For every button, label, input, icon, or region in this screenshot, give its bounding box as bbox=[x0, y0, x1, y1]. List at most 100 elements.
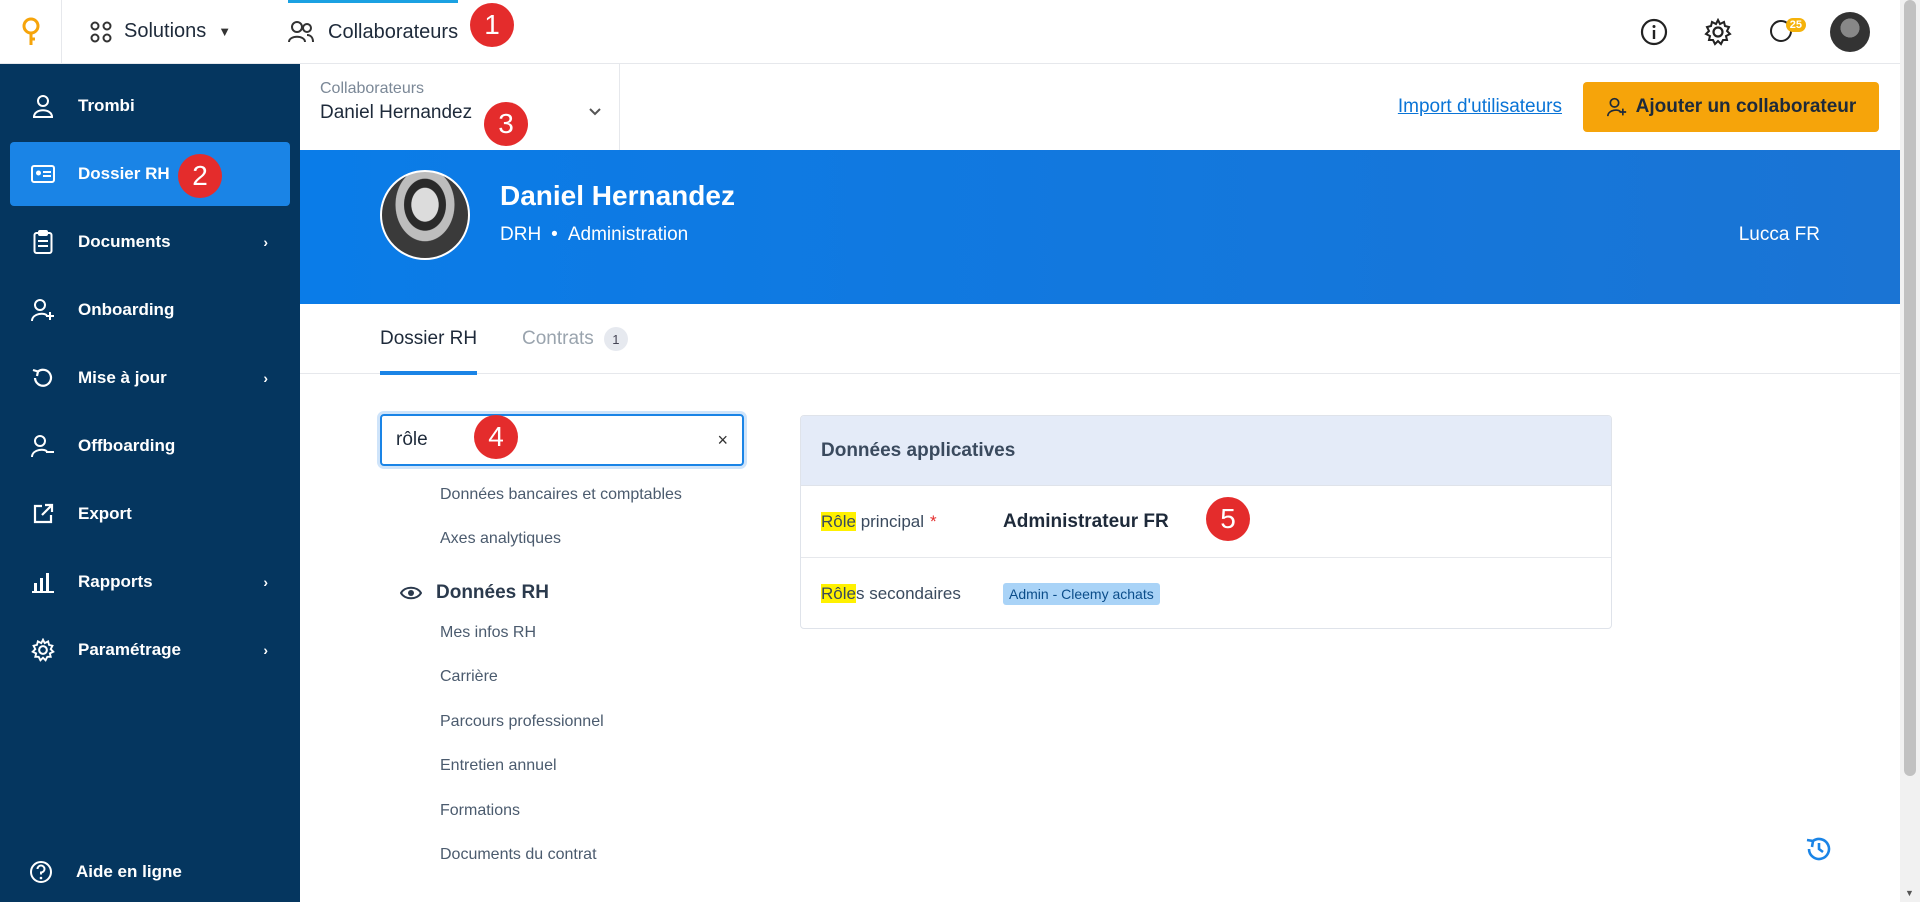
separator: • bbox=[551, 224, 558, 245]
user-plus-icon bbox=[30, 297, 56, 323]
user-avatar[interactable] bbox=[1830, 12, 1870, 52]
search-highlight: Rôle bbox=[821, 584, 856, 603]
import-users-link[interactable]: Import d'utilisateurs bbox=[1398, 96, 1562, 118]
sidebar-item-label: Documents bbox=[78, 232, 171, 251]
chevron-right-icon: › bbox=[263, 574, 268, 590]
clear-icon[interactable]: × bbox=[717, 430, 728, 451]
tab-label: Dossier RH bbox=[380, 328, 478, 349]
user-plus-icon bbox=[1606, 97, 1626, 117]
required-marker: * bbox=[930, 511, 937, 531]
lucca-logo[interactable] bbox=[0, 0, 62, 64]
nav-link[interactable]: Entretien annuel bbox=[440, 757, 557, 775]
gear-icon bbox=[1704, 18, 1732, 46]
panel-title: Données applicatives bbox=[801, 416, 1611, 486]
nav-link[interactable]: Parcours professionnel bbox=[440, 713, 604, 731]
tab-count-badge: 1 bbox=[603, 327, 628, 351]
grid-icon bbox=[90, 21, 112, 42]
sidebar-item-onboarding[interactable]: Onboarding bbox=[10, 278, 290, 342]
field-value: Administrateur FR bbox=[1003, 510, 1169, 532]
field-label: Rôle principal * bbox=[821, 511, 937, 532]
sidebar-item-label: Dossier RH bbox=[78, 164, 170, 183]
gear-icon bbox=[30, 637, 56, 663]
notifications-button[interactable]: 25 bbox=[1766, 16, 1806, 48]
field-row-roles-secondaires: Rôles secondaires Admin - Cleemy achats bbox=[801, 558, 1611, 628]
info-icon bbox=[1640, 18, 1668, 46]
sidebar-item-label: Paramétrage bbox=[78, 640, 182, 659]
sidebar-item-label: Export bbox=[78, 504, 132, 523]
profile-role: DRH • Administration bbox=[500, 224, 688, 246]
sidebar-item-export[interactable]: Export bbox=[10, 482, 290, 546]
tab-label: Contrats bbox=[522, 328, 594, 349]
help-circle-icon bbox=[28, 859, 54, 885]
add-button-label: Ajouter un collaborateur bbox=[1635, 96, 1857, 117]
nav-section-title: Données RH bbox=[436, 582, 549, 603]
tab-contrats[interactable]: Contrats 1 bbox=[522, 304, 628, 374]
external-link-icon bbox=[30, 501, 56, 527]
chevron-right-icon: › bbox=[263, 642, 268, 658]
settings-button[interactable] bbox=[1702, 16, 1734, 48]
search-highlight: Rôle bbox=[821, 511, 856, 531]
sidebar-item-trombi[interactable]: Trombi bbox=[10, 74, 290, 138]
bar-chart-icon bbox=[30, 569, 56, 595]
job-title: DRH bbox=[500, 224, 542, 245]
scrollbar-thumb[interactable] bbox=[1904, 0, 1916, 776]
scroll-down-icon[interactable]: ▼ bbox=[1905, 888, 1914, 898]
sidebar-item-label: Trombi bbox=[78, 96, 135, 115]
add-collaborator-button[interactable]: Ajouter un collaborateur bbox=[1583, 82, 1879, 132]
nav-link[interactable]: Formations bbox=[440, 802, 520, 820]
annotation-marker-4: 4 bbox=[474, 415, 518, 459]
info-button[interactable] bbox=[1638, 16, 1670, 48]
field-label-rest: s secondaires bbox=[855, 584, 961, 603]
profile-tabs: Dossier RH Contrats 1 bbox=[300, 304, 1900, 375]
nav-link[interactable]: Données bancaires et comptables bbox=[440, 486, 682, 504]
help-label: Aide en ligne bbox=[76, 862, 182, 881]
chevron-down-icon: ▼ bbox=[218, 24, 232, 39]
help-link[interactable]: Aide en ligne bbox=[8, 840, 288, 902]
nav-section-donnees-rh[interactable]: Données RH bbox=[400, 582, 549, 604]
collab-tab-label: Collaborateurs bbox=[328, 20, 459, 43]
chevron-right-icon: › bbox=[263, 370, 268, 386]
nav-link[interactable]: Mes infos RH bbox=[440, 624, 536, 642]
top-bar: Solutions ▼ Collaborateurs 25 bbox=[0, 0, 1900, 64]
chevron-down-icon bbox=[589, 104, 601, 119]
page-scrollbar[interactable]: ▼ bbox=[1900, 0, 1920, 902]
collaborator-selector[interactable]: Collaborateurs Daniel Hernandez bbox=[300, 64, 620, 150]
role-chip: Admin - Cleemy achats bbox=[1003, 583, 1160, 605]
tab-dossier-rh[interactable]: Dossier RH bbox=[380, 304, 478, 375]
profile-banner: Daniel Hernandez DRH • Administration Lu… bbox=[300, 150, 1900, 304]
history-button[interactable] bbox=[1804, 834, 1834, 869]
sidebar-item-dossier-rh[interactable]: Dossier RH bbox=[10, 142, 290, 206]
sidebar-item-mise-a-jour[interactable]: Mise à jour › bbox=[10, 346, 290, 410]
tab-collaborateurs[interactable]: Collaborateurs bbox=[288, 0, 459, 64]
profile-photo bbox=[380, 170, 470, 260]
field-label-rest: principal bbox=[855, 511, 925, 531]
sidebar-item-label: Mise à jour bbox=[78, 368, 167, 387]
sidebar-item-rapports[interactable]: Rapports › bbox=[10, 550, 290, 614]
sidebar-item-label: Onboarding bbox=[78, 300, 175, 319]
search-field[interactable]: × bbox=[380, 414, 744, 466]
logo-icon bbox=[22, 17, 39, 45]
solutions-label: Solutions bbox=[124, 20, 207, 42]
annotation-marker-3: 3 bbox=[484, 102, 528, 146]
user-minus-icon bbox=[30, 433, 56, 459]
nav-link[interactable]: Axes analytiques bbox=[440, 530, 561, 548]
profile-name: Daniel Hernandez bbox=[500, 180, 735, 211]
sidebar-item-parametrage[interactable]: Paramétrage › bbox=[10, 618, 290, 682]
sidebar-item-offboarding[interactable]: Offboarding bbox=[10, 414, 290, 478]
nav-link[interactable]: Documents du contrat bbox=[440, 846, 597, 864]
selector-value: Daniel Hernandez bbox=[320, 102, 473, 123]
nav-link[interactable]: Carrière bbox=[440, 668, 498, 686]
sidebar: Trombi Dossier RH Documents › Onboarding… bbox=[0, 64, 300, 902]
sidebar-item-documents[interactable]: Documents › bbox=[10, 210, 290, 274]
annotation-marker-5: 5 bbox=[1206, 497, 1250, 541]
search-input[interactable] bbox=[396, 429, 696, 451]
annotation-marker-1: 1 bbox=[470, 3, 514, 47]
clipboard-icon bbox=[30, 229, 56, 255]
field-label: Rôles secondaires bbox=[821, 584, 961, 604]
history-icon bbox=[1806, 837, 1831, 861]
annotation-marker-2: 2 bbox=[178, 154, 222, 198]
top-right-actions: 25 bbox=[1638, 0, 1870, 64]
solutions-menu[interactable]: Solutions ▼ bbox=[90, 20, 231, 43]
users-icon bbox=[288, 21, 314, 43]
department: Administration bbox=[567, 224, 689, 245]
